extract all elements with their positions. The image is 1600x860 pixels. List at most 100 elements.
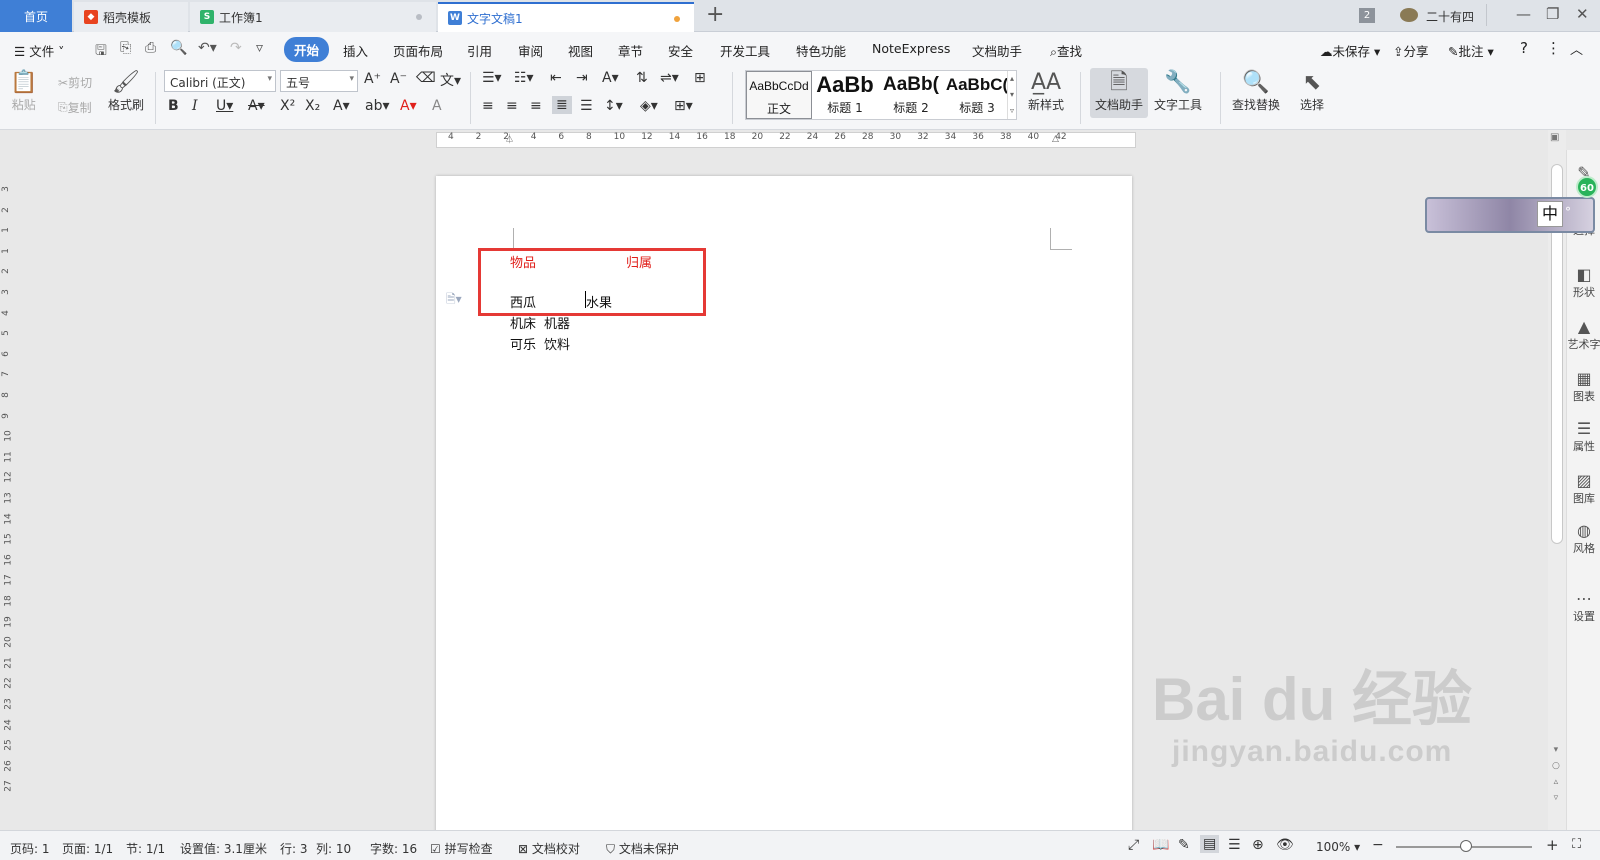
restore-icon[interactable]: ❐ (1546, 5, 1559, 23)
clear-format-icon[interactable]: ⌫ (416, 70, 436, 86)
text-tools-button[interactable]: 🔧 文字工具 (1154, 70, 1202, 113)
search-command[interactable]: ⌕查找 (1050, 41, 1082, 60)
protect-status[interactable]: ⛉ 文档未保护 (606, 840, 679, 857)
zoom-level[interactable]: 100% ▾ (1316, 840, 1360, 854)
menu-tab-security[interactable]: 安全 (668, 41, 693, 60)
show-marks-icon[interactable]: ⇌▾ (660, 70, 679, 86)
line-spacing-icon[interactable]: ↕▾ (604, 98, 623, 114)
sidebar-item-properties[interactable]: ☰ 属性 (1567, 420, 1600, 454)
find-replace-button[interactable]: 🔍 查找替换 (1232, 70, 1280, 113)
menu-tab-noteexpress[interactable]: NoteExpress (872, 41, 950, 56)
row-owner[interactable]: 饮料 (544, 334, 570, 353)
vertical-scrollbar[interactable]: ▣ ▾ ○ ▵ ▿ (1548, 130, 1566, 830)
proofread-button[interactable]: ⊠ 文档校对 (518, 840, 580, 857)
page-nav-icon[interactable]: ▾ ○ ▵ ▿ (1552, 742, 1560, 806)
font-name-select[interactable]: Calibri (正文) (164, 70, 276, 92)
tab-template[interactable]: ◆ 稻壳模板 (74, 2, 188, 32)
file-menu[interactable]: ☰ 文件 ˅ (14, 41, 64, 60)
fullscreen-icon[interactable]: ⤢ (1128, 837, 1139, 853)
spell-check-button[interactable]: ☑ 拼写检查 (430, 840, 493, 857)
print-preview-icon[interactable]: 🔍 (170, 40, 187, 56)
zoom-out-icon[interactable]: − (1372, 837, 1384, 853)
sort-icon[interactable]: ⇅ (636, 70, 648, 86)
shrink-font-icon[interactable]: A⁻ (390, 71, 407, 87)
edit-mode-icon[interactable]: ✎ (1178, 837, 1190, 853)
text-effect-icon[interactable]: A▾ (333, 98, 350, 114)
superscript-icon[interactable]: X² (280, 98, 295, 114)
menu-tab-references[interactable]: 引用 (467, 41, 492, 60)
decrease-indent-icon[interactable]: ⇤ (550, 70, 562, 86)
justify-icon[interactable]: ≣ (552, 96, 572, 114)
zoom-slider-thumb[interactable] (1460, 840, 1472, 852)
status-section[interactable]: 节: 1/1 (126, 840, 165, 857)
share-button[interactable]: ⇪分享 (1393, 41, 1429, 60)
format-painter-button[interactable]: 🖌 格式刷 (108, 70, 144, 113)
print-icon[interactable]: ⎙ (145, 40, 156, 56)
score-badge[interactable]: 60 (1576, 176, 1598, 198)
vertical-ruler[interactable]: 3 2 1 1 2 3 4 5 6 7 8 9 10 11 12 13 14 15 16 17 18 19 20 21 22 23… (0, 150, 16, 830)
align-center-icon[interactable]: ≡ (506, 98, 518, 114)
style-heading-3[interactable]: AaBbC( 标题 3 (944, 71, 1010, 119)
menu-tab-developer[interactable]: 开发工具 (720, 41, 770, 60)
status-column[interactable]: 列: 10 (316, 840, 351, 857)
menu-tab-view[interactable]: 视图 (568, 41, 593, 60)
menu-tab-layout[interactable]: 页面布局 (393, 41, 443, 60)
redo-icon[interactable]: ↷ (230, 40, 242, 56)
save-icon[interactable]: 🖫 (95, 40, 107, 64)
right-indent-marker-icon[interactable]: △ (1052, 134, 1059, 144)
sidebar-item-gallery[interactable]: ▨ 图库 (1567, 472, 1600, 506)
export-icon[interactable]: ⎘ (120, 40, 131, 56)
italic-icon[interactable]: I (192, 98, 198, 114)
subscript-icon[interactable]: X₂ (305, 98, 320, 114)
sidebar-item-shape[interactable]: ◧ 形状 (1567, 266, 1600, 300)
row-item[interactable]: 可乐 (510, 334, 536, 353)
outline-view-icon[interactable]: ☰ (1228, 837, 1241, 853)
text-direction-icon[interactable]: A▾ (602, 70, 619, 86)
phonetic-icon[interactable]: 文▾ (440, 70, 461, 90)
style-heading-1[interactable]: AaBb 标题 1 (812, 71, 878, 119)
shading-icon[interactable]: ◈▾ (640, 98, 658, 114)
copy-button[interactable]: ⎘ 复制 (58, 99, 92, 116)
help-button[interactable]: ? (1520, 39, 1528, 57)
bullet-list-icon[interactable]: ☰▾ (482, 70, 502, 86)
sidebar-item-style[interactable]: ◍ 风格 (1567, 522, 1600, 556)
avatar[interactable] (1400, 8, 1418, 22)
new-tab-button[interactable]: + (706, 4, 724, 26)
table-grid-icon[interactable]: ⊞ (694, 70, 706, 86)
ime-toolbar[interactable]: 中 ° (1425, 197, 1595, 233)
style-normal[interactable]: AaBbCcDd 正文 (746, 71, 812, 119)
numbered-list-icon[interactable]: ☷▾ (514, 70, 534, 86)
tab-spreadsheet[interactable]: S 工作簿1 (190, 2, 436, 32)
split-view-icon[interactable]: ▣ (1550, 132, 1559, 143)
font-color-icon[interactable]: A▾ (400, 98, 417, 114)
char-shading-icon[interactable]: A (432, 98, 442, 114)
distribute-icon[interactable]: ☰ (580, 98, 593, 114)
ime-settings-icon[interactable]: ° (1565, 205, 1571, 219)
doc-assistant-button[interactable]: 🗎 文档助手 (1090, 68, 1148, 118)
bold-icon[interactable]: B (168, 98, 179, 114)
sidebar-item-chart[interactable]: ▦ 图表 (1567, 370, 1600, 404)
reading-mode-icon[interactable]: 📖 (1152, 837, 1169, 853)
menu-tab-review[interactable]: 审阅 (518, 41, 543, 60)
paste-button[interactable]: 📋 粘贴 (10, 70, 37, 113)
sidebar-item-settings[interactable]: ⋯ 设置 (1567, 590, 1600, 624)
horizontal-ruler[interactable]: 4 2 2 4 6 8 10 12 14 16 18 20 22 24 26 28 30 32 34 36 38 40 42… (0, 130, 1548, 150)
comment-button[interactable]: ✎批注 ▾ (1448, 41, 1494, 60)
status-word-count[interactable]: 字数: 16 (370, 840, 417, 857)
zoom-in-icon[interactable]: + (1546, 836, 1559, 854)
tab-home[interactable]: 首页 (0, 0, 72, 32)
borders-icon[interactable]: ⊞▾ (674, 98, 693, 114)
menu-tab-start[interactable]: 开始 (284, 37, 330, 62)
cloud-save-status[interactable]: ☁未保存 ▾ (1320, 41, 1380, 60)
minimize-icon[interactable]: — (1516, 5, 1531, 23)
ime-mode-toggle[interactable]: 中 (1537, 201, 1563, 227)
align-left-icon[interactable]: ≡ (482, 98, 494, 114)
highlight-icon[interactable]: ab▾ (365, 98, 390, 114)
menu-tab-chapter[interactable]: 章节 (618, 41, 643, 60)
more-icon[interactable]: ⋮ (1546, 39, 1561, 57)
sidebar-item-wordart[interactable]: ▲ 艺术字 (1567, 318, 1600, 352)
strikethrough-icon[interactable]: A▾ (248, 98, 265, 114)
align-right-icon[interactable]: ≡ (530, 98, 542, 114)
status-setting[interactable]: 设置值: 3.1厘米 (180, 840, 267, 857)
grow-font-icon[interactable]: A⁺ (364, 71, 381, 87)
